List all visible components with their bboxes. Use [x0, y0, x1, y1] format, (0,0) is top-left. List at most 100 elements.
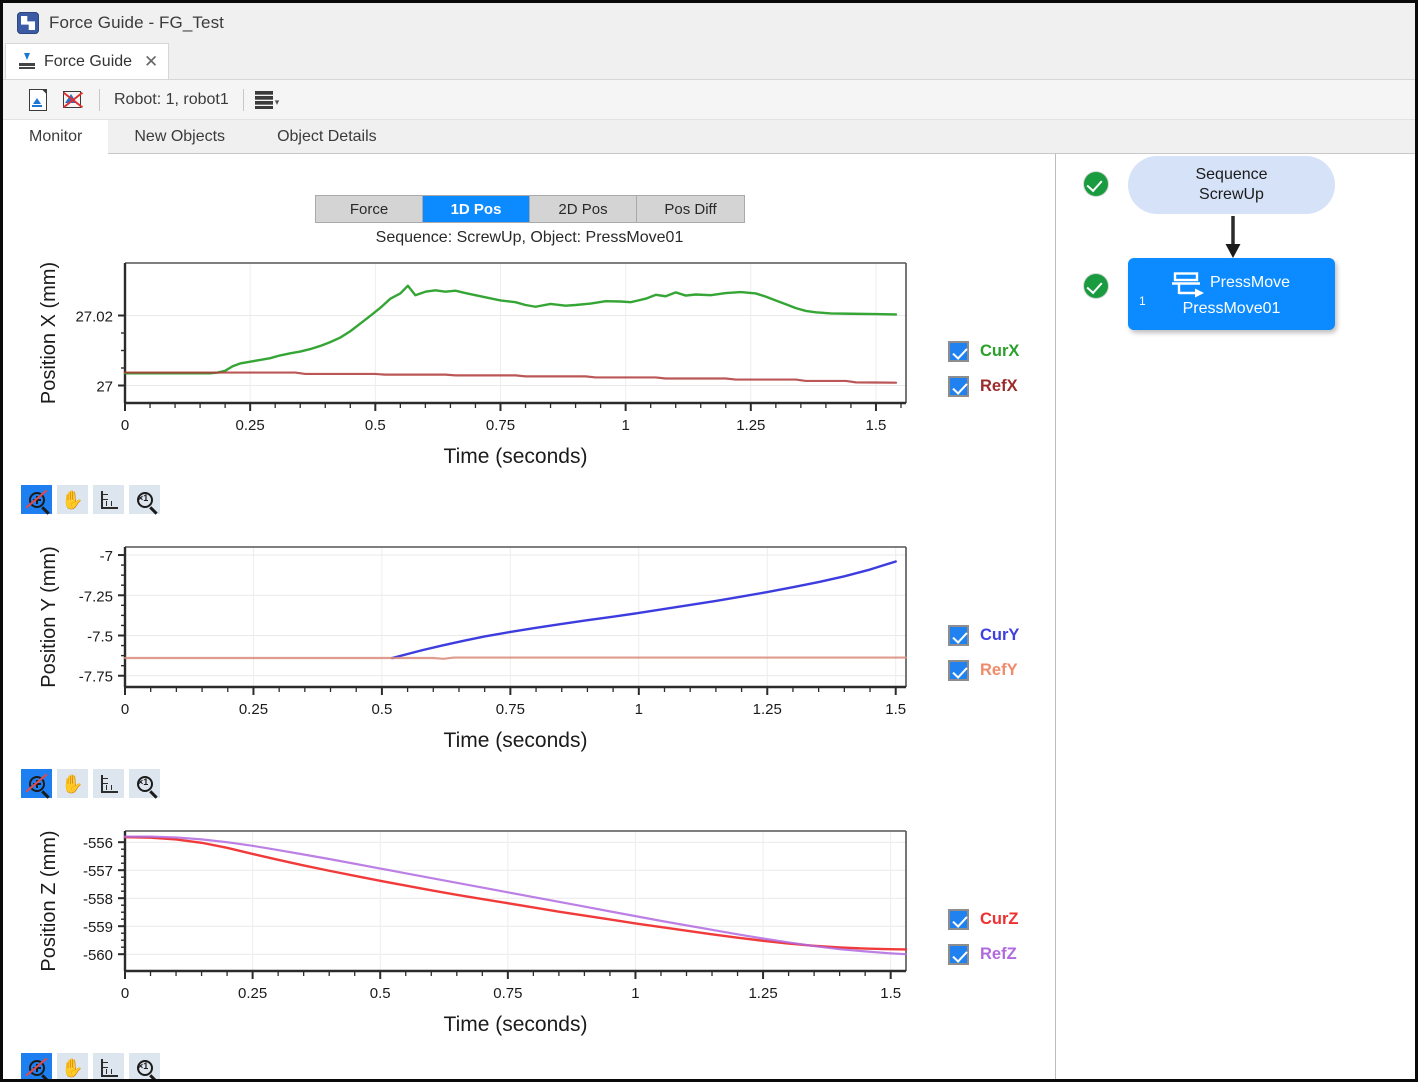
svg-text:1: 1	[631, 985, 639, 1002]
seg-1d-pos-label: 1D Pos	[451, 201, 502, 218]
zoom-reset-button-y[interactable]: ×1	[129, 769, 160, 798]
axes-button-z[interactable]	[93, 1053, 124, 1079]
tab-monitor-label: Monitor	[29, 128, 82, 146]
svg-text:Position X (mm): Position X (mm)	[38, 262, 60, 404]
zoom-in-button-x[interactable]	[21, 485, 52, 514]
import-document-icon	[18, 53, 36, 71]
window-title: Force Guide - FG_Test	[49, 13, 224, 33]
checkbox-curx[interactable]	[948, 341, 969, 362]
svg-text:Time (seconds): Time (seconds)	[444, 1013, 588, 1036]
axes-button-x[interactable]	[93, 485, 124, 514]
legend-item-refz[interactable]: RefZ	[948, 944, 1019, 965]
svg-text:0: 0	[121, 701, 129, 718]
zoom-in-button-y[interactable]	[21, 769, 52, 798]
axes-button-y[interactable]	[93, 769, 124, 798]
record-list-button[interactable]: ▾	[254, 89, 280, 111]
svg-text:0.25: 0.25	[238, 985, 267, 1002]
checkbox-cury[interactable]	[948, 625, 969, 646]
legend-label-refz: RefZ	[980, 945, 1017, 964]
robot-label: Robot: 1, robot1	[110, 91, 233, 109]
legend-label-refx: RefX	[980, 377, 1018, 396]
sequence-caption: Sequence: ScrewUp, Object: PressMove01	[3, 229, 1056, 247]
close-icon[interactable]: ✕	[144, 53, 158, 70]
checkbox-refy[interactable]	[948, 660, 969, 681]
checkbox-refx[interactable]	[948, 376, 969, 397]
checkbox-curz[interactable]	[948, 909, 969, 930]
legend-item-curz[interactable]: CurZ	[948, 909, 1019, 930]
tab-new-objects[interactable]: New Objects	[108, 120, 251, 153]
legend-item-refy[interactable]: RefY	[948, 660, 1019, 681]
document-tab-label: Force Guide	[44, 53, 132, 71]
body-split: Force 1D Pos 2D Pos Pos Diff Sequence: S…	[3, 154, 1415, 1079]
chart-position-x-canvas[interactable]: Position X (mm)2727.0200.250.50.7511.251…	[3, 251, 933, 481]
main-toolbar: Robot: 1, robot1 ▾	[3, 80, 1415, 120]
svg-text:-557: -557	[83, 863, 113, 880]
seg-2d-pos[interactable]: 2D Pos	[530, 196, 637, 222]
monitor-charts-pane: Force 1D Pos 2D Pos Pos Diff Sequence: S…	[3, 154, 1056, 1079]
node-sequence-screwup[interactable]: Sequence ScrewUp	[1128, 156, 1335, 214]
export-file-icon	[29, 89, 47, 111]
zoom-reset-button-x[interactable]: ×1	[129, 485, 160, 514]
sequence-graph-pane: Sequence ScrewUp 1 PressMove PressMove01	[1056, 154, 1415, 1079]
seg-pos-diff-label: Pos Diff	[664, 201, 716, 218]
zoom-reset-label: ×1	[138, 777, 148, 787]
svg-text:1.5: 1.5	[885, 701, 906, 718]
axes-scale-icon	[100, 491, 118, 509]
chart-position-y-canvas[interactable]: Position Y (mm)-7.75-7.5-7.25-700.250.50…	[3, 535, 933, 765]
legend-item-refx[interactable]: RefX	[948, 376, 1019, 397]
legend-label-cury: CurY	[980, 626, 1019, 645]
legend-item-cury[interactable]: CurY	[948, 625, 1019, 646]
document-tab-strip: Force Guide ✕	[3, 43, 1415, 80]
chart-toolbar-position-y: ✋ ×1	[21, 769, 160, 798]
export-file-button[interactable]	[21, 85, 55, 115]
legend-position-z: CurZ RefZ	[948, 909, 1019, 965]
node-object-type: PressMove	[1210, 274, 1290, 292]
toolbar-separator-1	[99, 89, 100, 111]
seg-2d-pos-label: 2D Pos	[558, 201, 607, 218]
svg-text:1.25: 1.25	[736, 417, 765, 434]
legend-label-curz: CurZ	[980, 910, 1019, 929]
chart-position-y: Position Y (mm)-7.75-7.5-7.25-700.250.50…	[3, 535, 1056, 765]
node-object-pressmove01[interactable]: 1 PressMove PressMove01	[1128, 258, 1335, 330]
node-sequence-line1: Sequence	[1195, 165, 1267, 185]
chart-position-z-canvas[interactable]: Position Z (mm)-560-559-558-557-55600.25…	[3, 819, 933, 1049]
legend-position-x: CurX RefX	[948, 341, 1019, 397]
chart-position-x: Position X (mm)2727.0200.250.50.7511.251…	[3, 251, 1056, 481]
svg-text:1.5: 1.5	[866, 417, 887, 434]
chevron-down-icon[interactable]: ▾	[275, 97, 280, 111]
pan-button-x[interactable]: ✋	[57, 485, 88, 514]
zoom-reset-button-z[interactable]: ×1	[129, 1053, 160, 1079]
chart-position-z: Position Z (mm)-560-559-558-557-55600.25…	[3, 819, 1056, 1049]
pan-button-y[interactable]: ✋	[57, 769, 88, 798]
svg-text:Time (seconds): Time (seconds)	[444, 445, 588, 468]
svg-text:-7.5: -7.5	[87, 629, 113, 646]
chart-toolbar-position-x: ✋ ×1	[21, 485, 160, 514]
flow-arrow-icon	[1224, 216, 1242, 260]
svg-text:0.25: 0.25	[239, 701, 268, 718]
status-badge-sequence	[1084, 172, 1108, 196]
status-badge-object	[1084, 274, 1108, 298]
svg-text:-560: -560	[83, 947, 113, 964]
zoom-in-button-z[interactable]	[21, 1053, 52, 1079]
svg-text:-558: -558	[83, 891, 113, 908]
svg-text:1.25: 1.25	[753, 701, 782, 718]
press-move-icon	[1171, 272, 1205, 298]
clear-chart-button[interactable]	[55, 85, 89, 115]
svg-text:-7.75: -7.75	[79, 669, 113, 686]
legend-position-y: CurY RefY	[948, 625, 1019, 681]
pan-button-z[interactable]: ✋	[57, 1053, 88, 1079]
legend-item-curx[interactable]: CurX	[948, 341, 1019, 362]
record-list-icon	[254, 89, 274, 111]
document-tab-force-guide[interactable]: Force Guide ✕	[5, 43, 169, 79]
svg-text:27.02: 27.02	[75, 309, 113, 326]
tab-monitor[interactable]: Monitor	[3, 120, 108, 154]
seg-1d-pos[interactable]: 1D Pos	[423, 196, 530, 222]
svg-text:0.75: 0.75	[496, 701, 525, 718]
toolbar-separator-2	[243, 89, 244, 111]
tab-object-details[interactable]: Object Details	[251, 120, 403, 153]
checkbox-refz[interactable]	[948, 944, 969, 965]
view-tab-bar: Monitor New Objects Object Details	[3, 120, 1415, 154]
seg-pos-diff[interactable]: Pos Diff	[637, 196, 744, 222]
clear-chart-icon	[62, 89, 82, 111]
seg-force[interactable]: Force	[316, 196, 423, 222]
